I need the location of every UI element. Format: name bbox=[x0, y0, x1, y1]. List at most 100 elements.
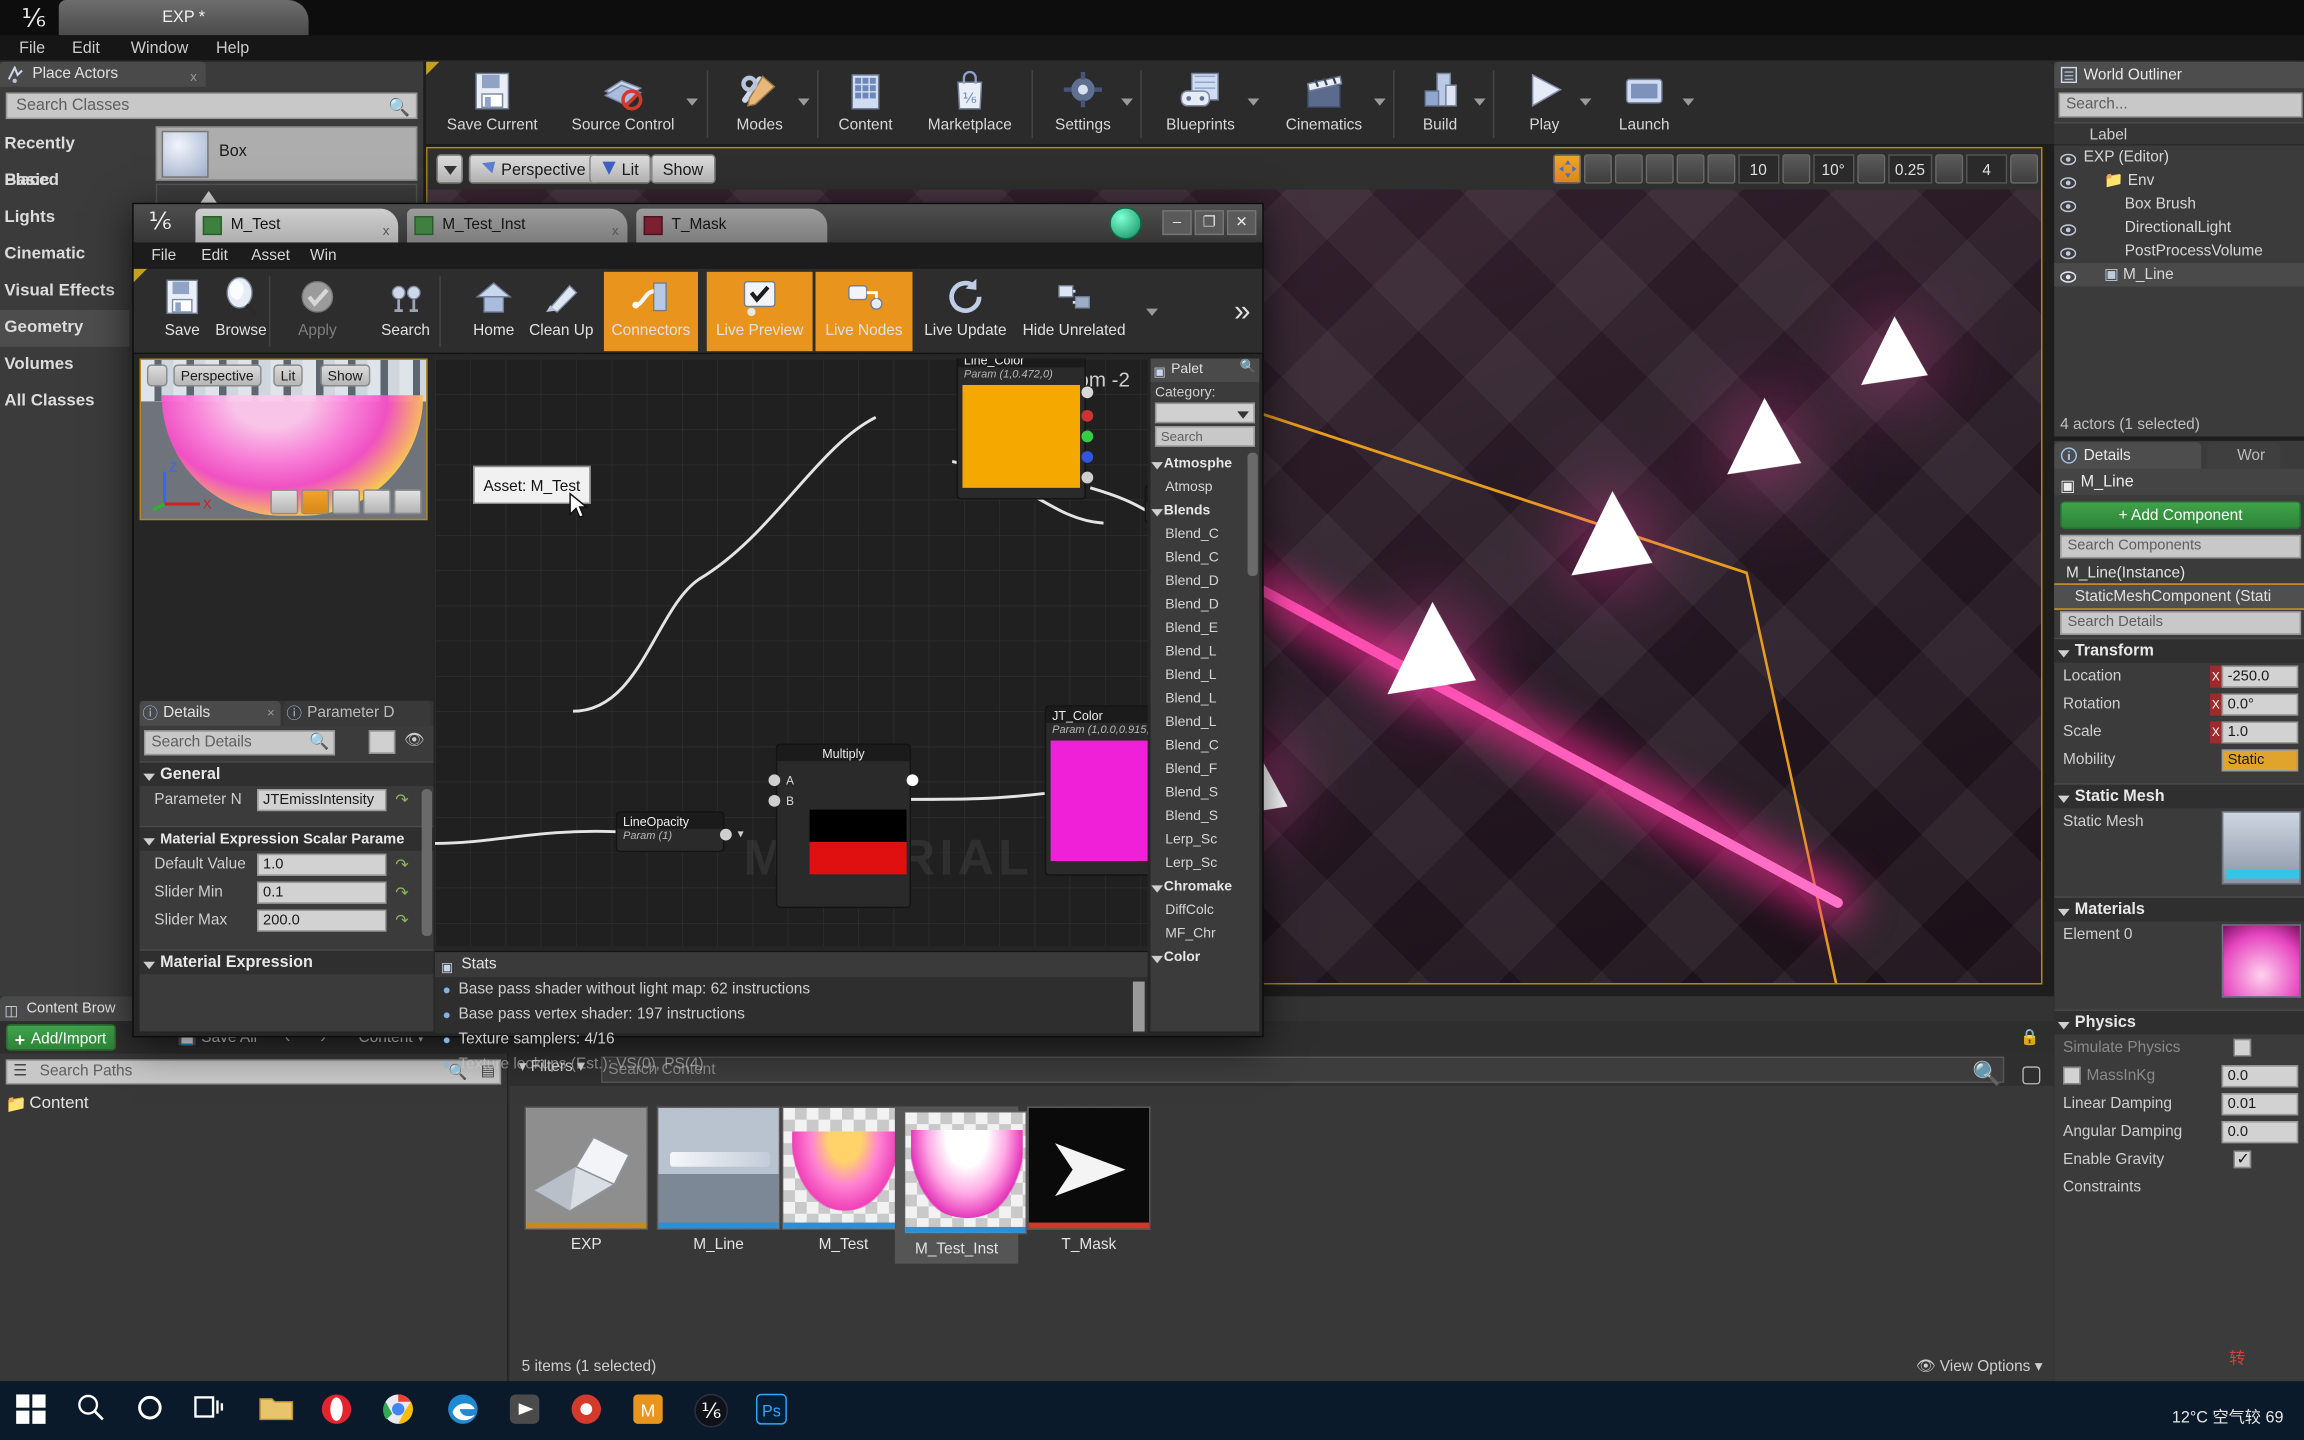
viewport-lit-button[interactable]: Lit bbox=[589, 154, 651, 184]
toolbar-overflow-button[interactable]: » bbox=[1234, 295, 1250, 329]
minimize-button[interactable]: – bbox=[1162, 210, 1192, 236]
palette-item[interactable]: Blend_C bbox=[1151, 735, 1248, 759]
unreal-icon[interactable]: ⅙ bbox=[694, 1393, 729, 1428]
ime-indicator[interactable]: 转 bbox=[2229, 1346, 2245, 1370]
property-value[interactable]: 0.1 bbox=[257, 881, 387, 904]
add-import-button[interactable]: + Add/Import bbox=[5, 1024, 117, 1051]
material-browse-button[interactable]: Browse bbox=[198, 272, 283, 351]
palette-item[interactable]: Atmosp bbox=[1151, 476, 1248, 500]
viewport-options-button[interactable] bbox=[436, 154, 463, 184]
cinematics-button[interactable]: Cinematics bbox=[1267, 66, 1382, 142]
category-volumes[interactable]: Volumes bbox=[0, 347, 129, 384]
palette-item[interactable]: Lerp_Sc bbox=[1151, 852, 1248, 876]
outliner-row-box-brush[interactable]: Box Brush bbox=[2054, 192, 2304, 216]
preview-perspective-button[interactable]: Perspective bbox=[173, 364, 262, 387]
scrollbar[interactable] bbox=[1247, 452, 1258, 577]
property-value[interactable]: -250.0 bbox=[2221, 665, 2299, 688]
chevron-down-icon[interactable]: ▾ bbox=[738, 827, 744, 840]
cortana-icon[interactable] bbox=[135, 1393, 170, 1428]
launch-button[interactable]: Launch bbox=[1599, 66, 1690, 142]
mass-override-checkbox[interactable] bbox=[2063, 1066, 2081, 1085]
node-color-swatch[interactable] bbox=[962, 384, 1081, 488]
material-preview-viewport[interactable]: Perspective Lit Show Z X bbox=[139, 358, 428, 521]
menu-file[interactable]: File bbox=[9, 37, 56, 61]
save-current-button[interactable]: Save Current bbox=[435, 66, 550, 142]
property-value[interactable]: 1.0 bbox=[257, 853, 387, 876]
node-pin-a[interactable] bbox=[1081, 471, 1094, 484]
transform-move-icon[interactable] bbox=[1552, 154, 1581, 184]
section-general[interactable]: General bbox=[139, 761, 434, 787]
chevron-down-icon[interactable] bbox=[1120, 94, 1135, 109]
transform-scale-icon[interactable] bbox=[1614, 154, 1643, 184]
node-pin-out[interactable] bbox=[720, 828, 732, 841]
scale-snap-icon[interactable] bbox=[1856, 154, 1885, 184]
palette-item[interactable]: Blend_S bbox=[1151, 782, 1248, 806]
grid-snap-value[interactable]: 10 bbox=[1737, 154, 1779, 184]
eye-icon[interactable] bbox=[2060, 197, 2077, 213]
weather-widget[interactable]: 12°C 空气较 69 bbox=[2172, 1409, 2284, 1427]
palette-item[interactable]: Blend_F bbox=[1151, 758, 1248, 782]
outliner-row-exp[interactable]: EXP (Editor) bbox=[2054, 145, 2304, 169]
material-live-nodes-button[interactable]: Live Nodes bbox=[815, 271, 913, 352]
stats-header[interactable]: ▣ Stats bbox=[434, 952, 1148, 978]
menu-help[interactable]: Help bbox=[206, 37, 260, 61]
outliner-row-directional-light[interactable]: DirectionalLight bbox=[2054, 216, 2304, 240]
palette-item[interactable]: Blend_L bbox=[1151, 664, 1248, 688]
blueprints-button[interactable]: Blueprints bbox=[1146, 66, 1255, 142]
add-component-button[interactable]: + Add Component bbox=[2060, 501, 2302, 529]
editor-tab-m-test[interactable]: M_Test x bbox=[195, 208, 399, 243]
custom-shape-button[interactable] bbox=[393, 489, 422, 515]
category-geometry[interactable]: Geometry bbox=[0, 310, 130, 347]
preview-options-button[interactable] bbox=[146, 364, 168, 387]
property-value[interactable]: 0.01 bbox=[2221, 1093, 2299, 1116]
chevron-down-icon[interactable] bbox=[1681, 94, 1696, 109]
preview-lit-button[interactable]: Lit bbox=[273, 364, 303, 387]
palette-category-select[interactable] bbox=[1154, 402, 1255, 424]
chevron-down-icon[interactable] bbox=[1372, 94, 1387, 109]
list-item[interactable]: M_Line bbox=[656, 1106, 781, 1253]
menu-file[interactable]: File bbox=[151, 244, 176, 268]
section-material-expression[interactable]: Material Expression bbox=[139, 949, 434, 975]
rotation-snap-value[interactable]: 10° bbox=[1812, 154, 1854, 184]
list-item[interactable]: M_Test bbox=[781, 1106, 906, 1253]
maximize-viewport-icon[interactable] bbox=[2010, 154, 2039, 184]
tab-place-actors[interactable]: Place Actors x bbox=[0, 61, 206, 87]
outliner-row-postprocess-volume[interactable]: PostProcessVolume bbox=[2054, 240, 2304, 264]
palette-item[interactable]: Blend_C bbox=[1151, 523, 1248, 547]
property-value[interactable]: 1.0 bbox=[2221, 721, 2299, 744]
material-live-preview-button[interactable]: Live Preview bbox=[706, 271, 813, 352]
chevron-down-icon[interactable] bbox=[1578, 94, 1593, 109]
list-item[interactable]: T_Mask bbox=[1027, 1106, 1151, 1253]
search-paths-input[interactable]: ☰ Search Paths 🔍 ▤ bbox=[5, 1059, 502, 1085]
chevron-down-icon[interactable] bbox=[796, 94, 811, 109]
material-search-button[interactable]: Search bbox=[363, 272, 448, 351]
node-color-swatch[interactable] bbox=[1050, 740, 1148, 862]
content-button[interactable]: Content bbox=[823, 66, 908, 142]
property-value[interactable]: 0.0° bbox=[2221, 693, 2299, 716]
section-transform[interactable]: Transform bbox=[2054, 637, 2304, 663]
search-icon[interactable] bbox=[76, 1393, 111, 1428]
palette-item[interactable]: Lerp_Sc bbox=[1151, 829, 1248, 853]
viewport-show-button[interactable]: Show bbox=[650, 154, 715, 184]
tab-world-settings[interactable]: Wor bbox=[2207, 442, 2282, 469]
reset-icon[interactable]: ↷ bbox=[395, 855, 409, 875]
palette-group-color[interactable]: Color bbox=[1151, 946, 1248, 970]
list-view-icon[interactable]: ☰ bbox=[13, 1062, 27, 1080]
material-thumbnail[interactable] bbox=[2221, 924, 2302, 998]
material-search-details-input[interactable]: Search Details 🔍 bbox=[144, 730, 336, 756]
menu-edit[interactable]: Edit bbox=[201, 244, 228, 268]
list-item[interactable]: M_Test_Inst bbox=[894, 1106, 1028, 1264]
property-value[interactable]: 0.0 bbox=[2221, 1121, 2299, 1144]
display-options-icon[interactable] bbox=[368, 730, 396, 754]
path-row-content[interactable]: 📁 Content bbox=[0, 1090, 507, 1116]
node-pin-in-a[interactable] bbox=[768, 774, 781, 787]
tab-parameter-defaults[interactable]: ⓘ Parameter D bbox=[283, 700, 431, 726]
graph-node-jt-color[interactable]: JT_Color Param (1,0.0,0.915,1) bbox=[1044, 705, 1148, 876]
surface-snap-icon[interactable] bbox=[1675, 154, 1704, 184]
camera-speed-icon[interactable] bbox=[1935, 154, 1964, 184]
vlc-icon[interactable] bbox=[508, 1393, 543, 1428]
property-value[interactable]: 200.0 bbox=[257, 909, 387, 932]
mono-icon[interactable]: M bbox=[632, 1393, 667, 1428]
material-graph[interactable]: Zoom -2 MATERIAL Line_Color Param (1,0.4… bbox=[434, 358, 1148, 947]
material-live-update-button[interactable]: Live Update bbox=[918, 272, 1012, 351]
